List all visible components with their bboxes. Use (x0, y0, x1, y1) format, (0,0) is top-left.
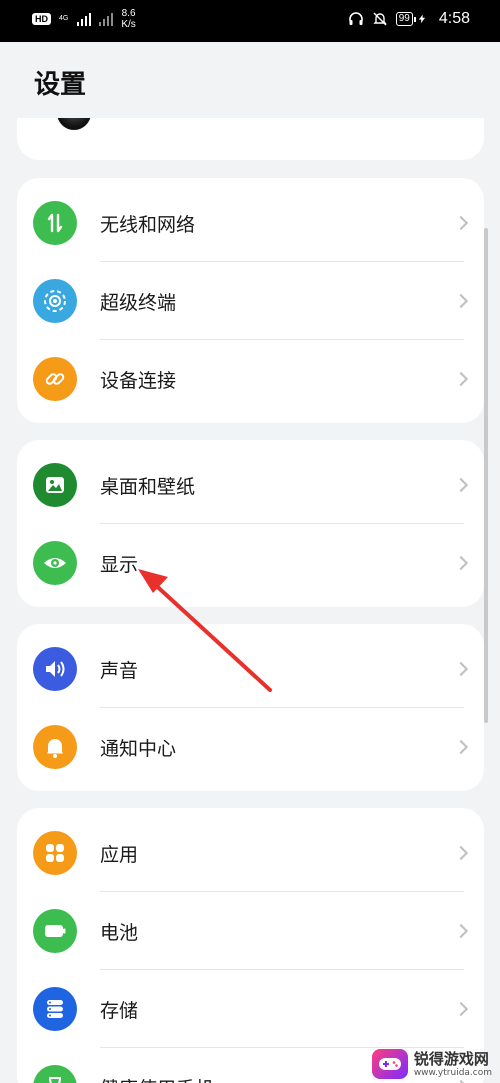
settings-item-storage[interactable]: 存储 (17, 970, 484, 1048)
signal-icon (77, 12, 92, 26)
settings-item-label: 设备连接 (100, 369, 177, 392)
bell-muted-icon (373, 12, 387, 26)
eye-icon (33, 541, 77, 585)
settings-item-label: 健康使用手机 (100, 1074, 214, 1083)
avatar (57, 118, 91, 130)
settings-item-device-connection[interactable]: 设备连接 (17, 340, 484, 418)
settings-item-notifications[interactable]: 通知中心 (17, 708, 484, 786)
settings-item-super-device[interactable]: 超级终端 (17, 262, 484, 340)
signal-icon-2 (99, 12, 114, 26)
settings-item-label: 电池 (100, 921, 139, 944)
charging-icon (418, 14, 425, 24)
status-bar-left: HD 4G 8.6 K/s (32, 8, 136, 30)
watermark-text: 锐得游戏网 www.ytruida.com (413, 1049, 492, 1078)
scrollbar[interactable] (484, 228, 488, 723)
battery-indicator: 99 (395, 12, 417, 26)
headphone-icon (348, 12, 363, 25)
settings-item-wallpaper[interactable]: 桌面和壁纸 (17, 446, 484, 524)
settings-item-label: 显示 (100, 553, 139, 576)
chevron-right-icon (453, 1001, 469, 1017)
settings-group-network: 无线和网络 超级终端 设备连接 (17, 178, 484, 423)
chevron-right-icon (453, 215, 469, 231)
storage-icon (33, 987, 77, 1031)
status-bar-right: 99 4:58 (348, 10, 470, 28)
settings-item-apps[interactable]: 应用 (17, 814, 484, 892)
settings-item-label: 声音 (100, 659, 139, 682)
watermark: 锐得游戏网 www.ytruida.com (371, 1049, 492, 1079)
status-clock: 4:58 (438, 10, 470, 27)
settings-item-label: 超级终端 (100, 291, 177, 314)
page-title: 设置 (34, 70, 87, 100)
chevron-right-icon (453, 293, 469, 309)
speed-value: 8.6 (121, 8, 136, 19)
account-card[interactable] (17, 118, 484, 160)
watermark-title: 锐得游戏网 (413, 1049, 489, 1068)
network-speed: 8.6 K/s (121, 8, 135, 30)
super-device-icon (33, 279, 77, 323)
hd-badge: HD (32, 13, 51, 25)
settings-group-system: 应用 电池 存储 健康使用手机 (17, 808, 484, 1083)
apps-icon (33, 831, 77, 875)
chevron-right-icon (453, 555, 469, 571)
status-bar: HD 4G 8.6 K/s 99 4:58 (0, 0, 500, 42)
settings-item-wireless-network[interactable]: 无线和网络 (17, 184, 484, 262)
speaker-icon (33, 647, 77, 691)
network-type: 4G (59, 15, 69, 22)
wallpaper-icon (33, 463, 77, 507)
settings-item-label: 无线和网络 (100, 213, 196, 236)
settings-item-sound[interactable]: 声音 (17, 630, 484, 708)
battery-icon (33, 909, 77, 953)
device-connection-icon (33, 357, 77, 401)
bell-icon (33, 725, 77, 769)
settings-item-label: 通知中心 (100, 737, 177, 760)
settings-group-display: 桌面和壁纸 显示 (17, 440, 484, 607)
chevron-right-icon (453, 845, 469, 861)
settings-group-sound: 声音 通知中心 (17, 624, 484, 791)
settings-item-battery[interactable]: 电池 (17, 892, 484, 970)
chevron-right-icon (453, 477, 469, 493)
chevron-right-icon (453, 739, 469, 755)
watermark-url: www.ytruida.com (413, 1067, 492, 1078)
gamepad-logo-icon (371, 1049, 408, 1079)
settings-item-display[interactable]: 显示 (17, 524, 484, 602)
chevron-right-icon (453, 371, 469, 387)
chevron-right-icon (453, 661, 469, 677)
settings-item-label: 存储 (100, 999, 139, 1022)
speed-unit: K/s (121, 19, 136, 30)
settings-item-label: 桌面和壁纸 (100, 475, 196, 498)
hourglass-icon (33, 1065, 77, 1083)
chevron-right-icon (453, 923, 469, 939)
wireless-network-icon (33, 201, 77, 245)
settings-item-label: 应用 (100, 843, 139, 866)
